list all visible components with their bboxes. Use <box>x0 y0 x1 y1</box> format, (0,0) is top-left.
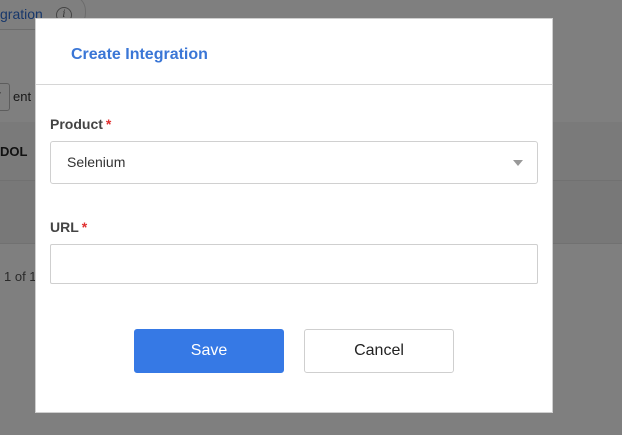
product-selected-value: Selenium <box>67 154 126 170</box>
product-field-label: Product * <box>50 116 111 132</box>
page: gration i ✓ ent DOL 1 of 1 Create Integr… <box>0 0 622 435</box>
url-input[interactable] <box>50 244 538 284</box>
url-label-text: URL <box>50 219 79 235</box>
create-integration-dialog: Create Integration Product * Selenium URL… <box>35 18 553 413</box>
product-label-text: Product <box>50 116 103 132</box>
required-marker: * <box>105 116 112 132</box>
caret-down-icon <box>513 160 523 166</box>
required-marker: * <box>81 219 88 235</box>
modal-header: Create Integration <box>36 19 552 85</box>
cancel-button[interactable]: Cancel <box>304 329 454 373</box>
modal-title: Create Integration <box>71 46 208 63</box>
url-field-label: URL * <box>50 219 87 235</box>
product-select[interactable]: Selenium <box>50 141 538 184</box>
save-button[interactable]: Save <box>134 329 284 373</box>
